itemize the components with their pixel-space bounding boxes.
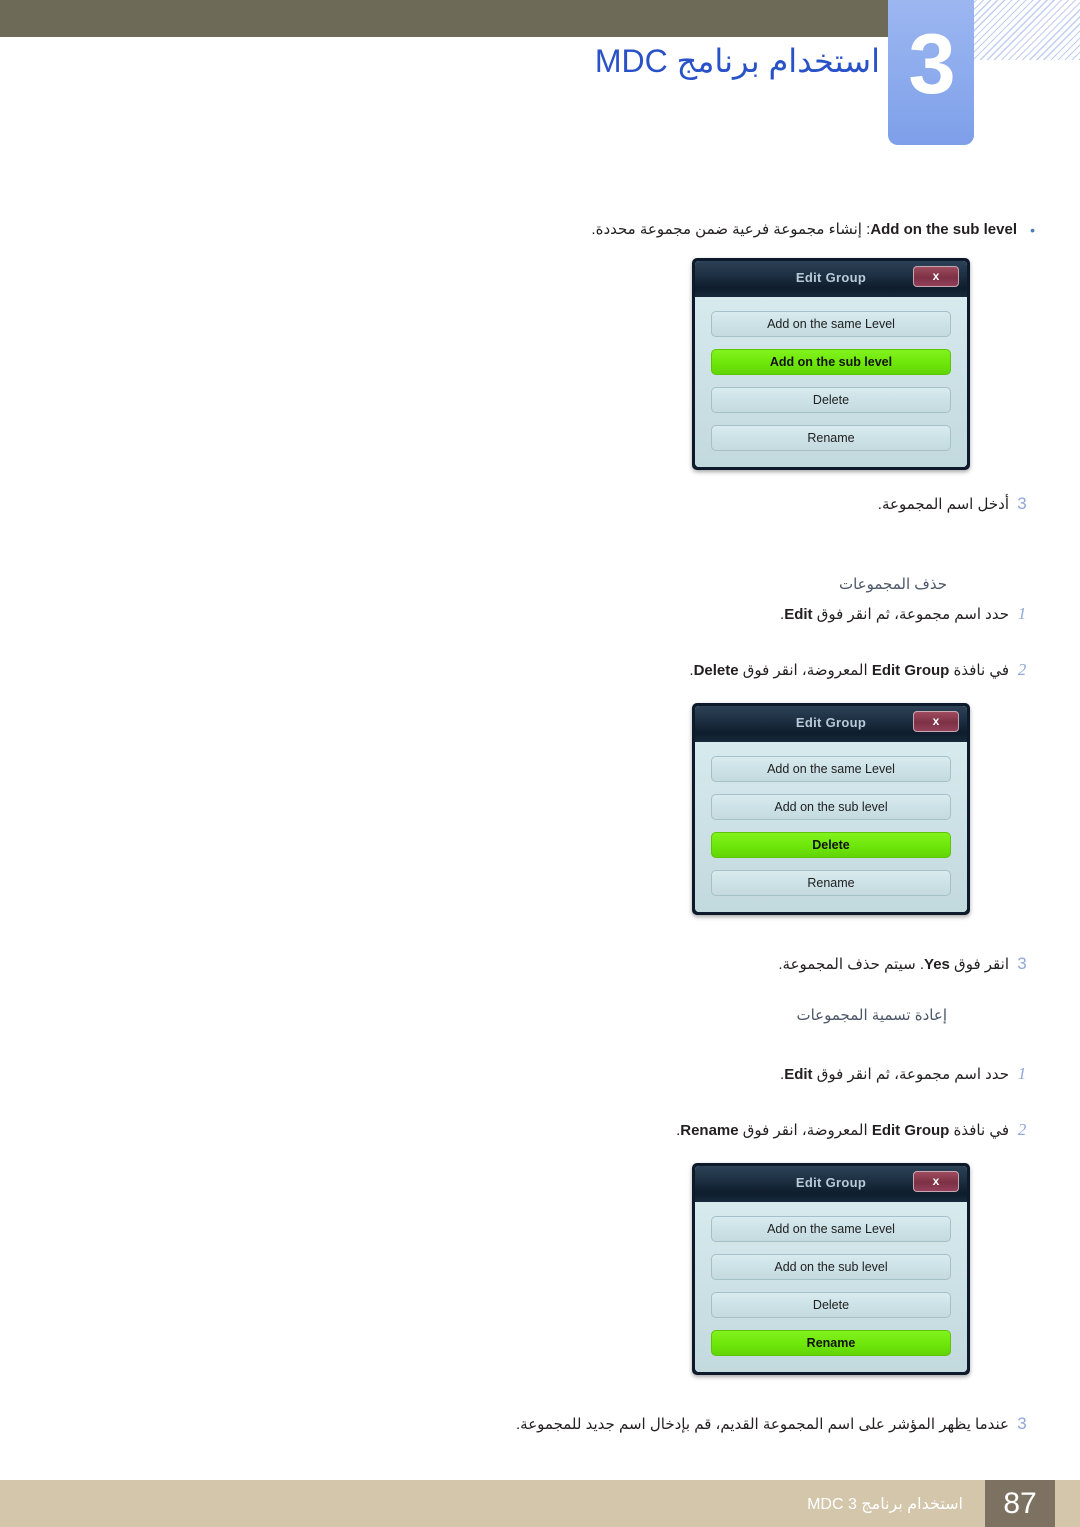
step-number: 3 (1017, 1414, 1027, 1433)
footer-chapter-label: استخدام برنامج MDC 3 (807, 1496, 963, 1513)
dialog-titlebar-2: Edit Group x (695, 706, 967, 742)
rename-step-2: 2في نافذة Edit Group المعروضة، انقر فوق … (95, 1118, 1035, 1143)
button-add-on-sub-level[interactable]: Add on the sub level (711, 1254, 951, 1280)
button-rename[interactable]: Rename (711, 870, 951, 896)
step-number: 2 (1017, 660, 1027, 679)
dialog-titlebar-3: Edit Group x (695, 1166, 967, 1202)
step-text: أدخل اسم المجموعة. (877, 496, 1009, 513)
step-text-mid: المعروضة، انقر فوق (738, 662, 872, 679)
bullet-description: إنشاء مجموعة فرعية ضمن مجموعة محددة. (591, 221, 862, 238)
bullet-dot-icon: • (1030, 222, 1035, 239)
step-number: 3 (1017, 494, 1027, 513)
header-diagonal-stripes-decoration (972, 0, 1080, 60)
button-add-on-same-level[interactable]: Add on the same Level (711, 756, 951, 782)
step-keyword-edit-group: Edit Group (871, 662, 950, 679)
step-enter-group-name: 3 أدخل اسم المجموعة. (95, 492, 1035, 517)
dialog-body-1: Add on the same Level Add on the sub lev… (695, 297, 967, 467)
bullet-term: Add on the sub level (870, 221, 1017, 238)
step-keyword-edit: Edit (784, 1066, 813, 1083)
close-icon[interactable]: x (913, 711, 959, 732)
delete-step-2: 2في نافذة Edit Group المعروضة، انقر فوق … (95, 658, 1035, 683)
rename-step-1: 1حدد اسم مجموعة، ثم انقر فوق Edit. (95, 1062, 1035, 1087)
button-delete[interactable]: Delete (711, 1292, 951, 1318)
header-olive-bar (0, 0, 888, 37)
dialog-inner-2: Edit Group x Add on the same Level Add o… (695, 706, 967, 912)
delete-step-1: 1حدد اسم مجموعة، ثم انقر فوق Edit. (95, 602, 1035, 627)
step-number: 1 (1017, 1064, 1027, 1083)
button-add-on-sub-level[interactable]: Add on the sub level (711, 349, 951, 375)
step-keyword-edit-group: Edit Group (871, 1122, 950, 1139)
step-number: 1 (1017, 604, 1027, 623)
section-heading-rename-groups: إعادة تسمية المجموعات (796, 1007, 947, 1024)
close-icon[interactable]: x (913, 1171, 959, 1192)
dialog-body-2: Add on the same Level Add on the sub lev… (695, 742, 967, 912)
button-delete[interactable]: Delete (711, 832, 951, 858)
step-keyword-yes: Yes (924, 956, 950, 973)
page-title: استخدام برنامج MDC (594, 43, 880, 79)
step-keyword-edit: Edit (784, 606, 813, 623)
button-add-on-same-level[interactable]: Add on the same Level (711, 1216, 951, 1242)
edit-group-dialog-1[interactable]: Edit Group x Add on the same Level Add o… (692, 258, 970, 470)
step-keyword-rename: Rename (680, 1122, 739, 1139)
bullet-add-on-sub-level: •Add on the sub level: إنشاء مجموعة فرعي… (95, 218, 1035, 242)
step-text: عندما يظهر المؤشر على اسم المجموعة القدي… (515, 1416, 1009, 1433)
close-icon[interactable]: x (913, 266, 959, 287)
button-add-on-same-level[interactable]: Add on the same Level (711, 311, 951, 337)
step-text-after: . سيتم حذف المجموعة. (778, 956, 925, 973)
step-text-before: في نافذة (949, 662, 1010, 679)
step-text-mid: المعروضة، انقر فوق (738, 1122, 872, 1139)
edit-group-dialog-2[interactable]: Edit Group x Add on the same Level Add o… (692, 703, 970, 915)
page-number: 87 (985, 1480, 1055, 1527)
dialog-inner-1: Edit Group x Add on the same Level Add o… (695, 261, 967, 467)
edit-group-dialog-3[interactable]: Edit Group x Add on the same Level Add o… (692, 1163, 970, 1375)
button-delete[interactable]: Delete (711, 387, 951, 413)
step-text-before: حدد اسم مجموعة، ثم انقر فوق (812, 1066, 1009, 1083)
step-text-before: حدد اسم مجموعة، ثم انقر فوق (812, 606, 1009, 623)
section-heading-delete-groups: حذف المجموعات (838, 576, 947, 593)
button-add-on-sub-level[interactable]: Add on the sub level (711, 794, 951, 820)
step-number: 3 (1017, 954, 1027, 973)
button-rename[interactable]: Rename (711, 425, 951, 451)
button-rename[interactable]: Rename (711, 1330, 951, 1356)
step-number: 2 (1017, 1120, 1027, 1139)
delete-step-3: 3 انقر فوق Yes. سيتم حذف المجموعة. (95, 952, 1035, 977)
rename-step-3: 3 عندما يظهر المؤشر على اسم المجموعة القد… (95, 1412, 1035, 1437)
dialog-inner-3: Edit Group x Add on the same Level Add o… (695, 1166, 967, 1372)
step-keyword-delete: Delete (693, 662, 739, 679)
dialog-titlebar-1: Edit Group x (695, 261, 967, 297)
dialog-body-3: Add on the same Level Add on the sub lev… (695, 1202, 967, 1372)
step-text-before: في نافذة (949, 1122, 1010, 1139)
step-text-before: انقر فوق (949, 956, 1009, 973)
chapter-number: 3 (908, 17, 955, 112)
